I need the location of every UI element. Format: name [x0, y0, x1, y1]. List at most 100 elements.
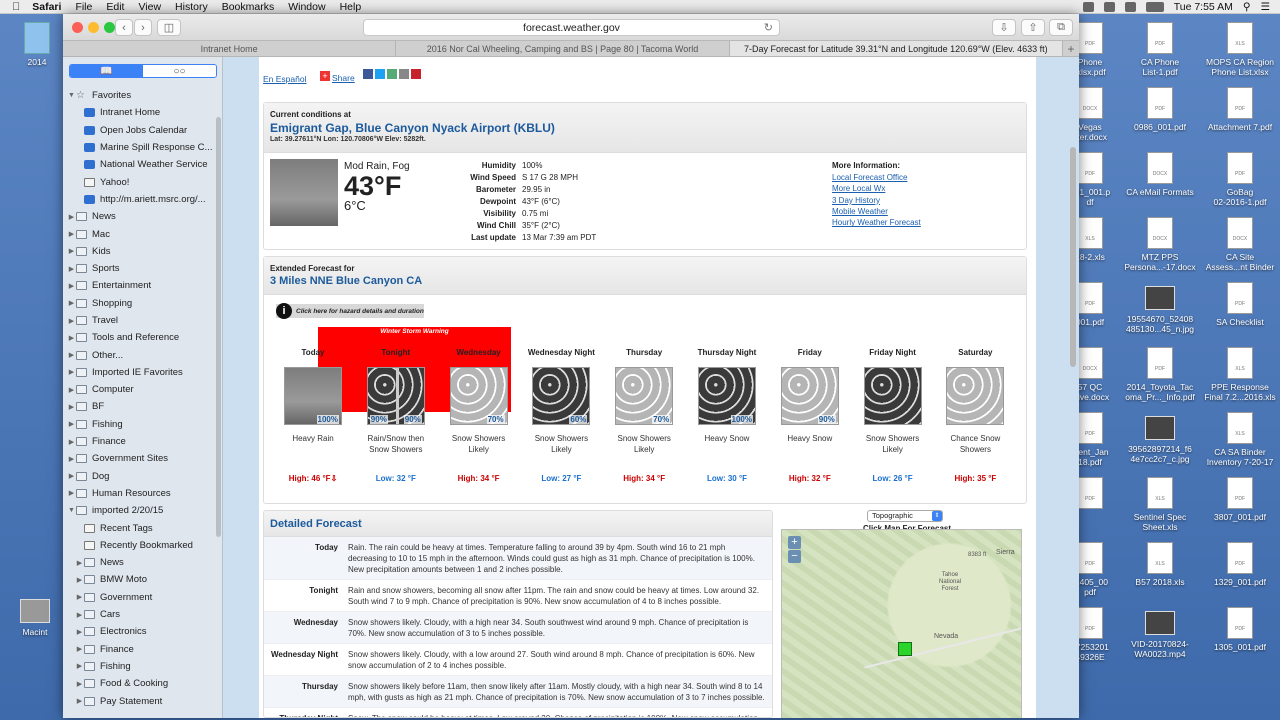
sidebar-item[interactable]: ▶ Fishing [63, 658, 215, 675]
sidebar-item[interactable]: National Weather Service [63, 156, 215, 173]
desktop-file[interactable]: PDF 3807_001.pdf [1200, 477, 1280, 522]
more-info-link[interactable]: More Local Wx [832, 183, 921, 194]
share-button[interactable]: + Share [320, 68, 355, 83]
snow-icon[interactable] [946, 367, 1005, 425]
sidebar-item[interactable]: ▶ News [63, 208, 215, 225]
snow-icon[interactable]: 70% [615, 367, 674, 425]
desktop-file[interactable]: 19554670_52408 485130...45_n.jpg [1120, 282, 1200, 334]
back-button[interactable]: ‹ [115, 19, 133, 36]
desktop-file[interactable]: VID-20170824- WA0023.mp4 [1120, 607, 1200, 659]
sidebar-item[interactable]: ▶ Travel [63, 312, 215, 329]
sidebar-item[interactable]: ▶ Finance [63, 433, 215, 450]
forecast-day[interactable]: Saturday Chance Snow Showers High: 35 °F [933, 340, 1017, 483]
menu-window[interactable]: Window [288, 1, 325, 13]
forecast-day[interactable]: Tonight 90% 90% Rain/Snow then Snow Showers… [354, 340, 438, 483]
close-button[interactable] [72, 22, 83, 33]
snow-icon[interactable]: 100% [698, 367, 756, 425]
sidebar-item[interactable]: ▶ News [63, 554, 215, 571]
sidebar-item[interactable]: ▼ ☆ Favorites [63, 87, 215, 104]
menu-history[interactable]: History [175, 1, 208, 13]
disclosure-triangle-icon[interactable]: ▶ [75, 576, 84, 584]
snow-icon[interactable]: 70% [449, 367, 508, 425]
reload-icon[interactable]: ↻ [764, 21, 773, 34]
disclosure-triangle-icon[interactable]: ▶ [75, 628, 84, 636]
pinterest-icon[interactable] [411, 69, 421, 79]
volume-icon[interactable] [1124, 1, 1136, 12]
disclosure-triangle-icon[interactable]: ▶ [75, 662, 84, 670]
sidebar-item[interactable]: ▶ Finance [63, 641, 215, 658]
disclosure-triangle-icon[interactable]: ▶ [67, 368, 76, 376]
sidebar-item[interactable]: ▶ Cars [63, 606, 215, 623]
apple-menu-icon[interactable]:  [12, 1, 20, 13]
twitter-icon[interactable] [375, 69, 385, 79]
sidebar-item[interactable]: ▶ Government Sites [63, 450, 215, 467]
forecast-day[interactable]: Wednesday 70% Snow Showers Likely High: 34 … [437, 340, 521, 483]
sidebar-item[interactable]: http://m.ariett.msrc.org/... [63, 191, 215, 208]
desktop-left-item[interactable]: Macint [10, 595, 60, 637]
new-tab-icon[interactable]: + [1063, 41, 1079, 56]
sidebar-item[interactable]: ▶ Government [63, 589, 215, 606]
more-info-link[interactable]: Hourly Weather Forecast [832, 217, 921, 228]
spotlight-icon[interactable]: ⚲ [1243, 1, 1251, 13]
disclosure-triangle-icon[interactable]: ▶ [67, 282, 76, 290]
desktop-file[interactable]: PDF 1329_001.pdf [1200, 542, 1280, 587]
downloads-icon[interactable]: ⇩ [992, 19, 1016, 36]
disclosure-triangle-icon[interactable]: ▶ [67, 230, 76, 238]
menu-help[interactable]: Help [340, 1, 362, 13]
sidebar-item[interactable]: ▶ Human Resources [63, 485, 215, 502]
forecast-map[interactable]: + − Tahoe National Forest Nevada Sierra … [781, 529, 1022, 718]
desktop-file[interactable]: PDF GoBag 02-2016-1.pdf [1200, 152, 1280, 207]
sidebar-item[interactable]: Open Jobs Calendar [63, 122, 215, 139]
zoom-out-button[interactable]: − [788, 550, 801, 563]
forecast-day[interactable]: Thursday Night 100% Heavy Snow Low: 30 °F [685, 340, 769, 484]
sidebar-item[interactable]: Intranet Home [63, 104, 215, 121]
disclosure-triangle-icon[interactable]: ▶ [75, 559, 84, 567]
wifi-icon[interactable] [1103, 1, 1115, 12]
sidebar-item[interactable]: Recent Tags [63, 519, 215, 536]
disclosure-triangle-icon[interactable]: ▼ [67, 92, 76, 99]
hazard-button[interactable]: i Click here for hazard details and dura… [276, 303, 424, 319]
sidebar-item[interactable]: ▼ imported 2/20/15 [63, 502, 215, 519]
zoom-button[interactable] [104, 22, 115, 33]
address-bar[interactable]: forecast.weather.gov ↻ [363, 19, 780, 36]
sidebar-item[interactable]: ▶ Food & Cooking [63, 675, 215, 692]
disclosure-triangle-icon[interactable]: ▶ [67, 420, 76, 428]
facebook-icon[interactable] [363, 69, 373, 79]
desktop-file[interactable]: DOCX CA eMail Formats [1120, 152, 1200, 197]
sidebar-item[interactable]: ▶ Computer [63, 381, 215, 398]
snow-icon[interactable] [863, 367, 922, 425]
reading-list-tab-icon[interactable]: ○○ [143, 65, 216, 77]
desktop-left-item[interactable]: 2014 [12, 22, 62, 67]
desktop-file[interactable]: PDF CA Phone List-1.pdf [1120, 22, 1200, 77]
more-info-link[interactable]: 3 Day History [832, 195, 921, 206]
sidebar-item[interactable]: ▶ Tools and Reference [63, 329, 215, 346]
sidebar-item[interactable]: ▶ Fishing [63, 416, 215, 433]
more-info-link[interactable]: Mobile Weather [832, 206, 921, 217]
forecast-day[interactable]: Thursday 70% Snow Showers Likely High: 34 °… [602, 340, 686, 483]
desktop-file[interactable]: DOCX MTZ PPS Persona...-17.docx [1120, 217, 1200, 272]
disclosure-triangle-icon[interactable]: ▶ [67, 489, 76, 497]
disclosure-triangle-icon[interactable]: ▶ [67, 472, 76, 480]
disclosure-triangle-icon[interactable]: ▶ [67, 265, 76, 273]
desktop-file[interactable]: PDF 1305_001.pdf [1200, 607, 1280, 652]
winter-storm-warning-label[interactable]: Winter Storm Warning [318, 328, 511, 335]
desktop-file[interactable]: DOCX CA Site Assess...nt Binder [1200, 217, 1280, 272]
disclosure-triangle-icon[interactable]: ▶ [75, 697, 84, 705]
map-location-marker[interactable] [898, 642, 912, 656]
rain-icon[interactable]: 100% [284, 367, 342, 425]
disclosure-triangle-icon[interactable]: ▶ [67, 317, 76, 325]
email-icon[interactable] [399, 69, 409, 79]
station-name[interactable]: Emigrant Gap, Blue Canyon Nyack Airport … [270, 121, 1020, 135]
snow-icon[interactable]: 90% [780, 367, 839, 425]
sidebar-item[interactable]: ▶ BF [63, 398, 215, 415]
menu-file[interactable]: File [75, 1, 92, 13]
disclosure-triangle-icon[interactable]: ▶ [67, 386, 76, 394]
desktop-file[interactable]: PDF Attachment 7.pdf [1200, 87, 1280, 132]
page-scrollbar[interactable] [1070, 147, 1076, 367]
sidebar-item[interactable]: ▶ Imported IE Favorites [63, 364, 215, 381]
sidebar-item[interactable]: ▶ BMW Moto [63, 571, 215, 588]
desktop-file[interactable]: 39562897214_f6 4e7cc2c7_c.jpg [1120, 412, 1200, 464]
disclosure-triangle-icon[interactable]: ▶ [67, 334, 76, 342]
sidebar-scrollbar[interactable] [216, 117, 221, 537]
sidebar-item[interactable]: ▶ Kids [63, 243, 215, 260]
